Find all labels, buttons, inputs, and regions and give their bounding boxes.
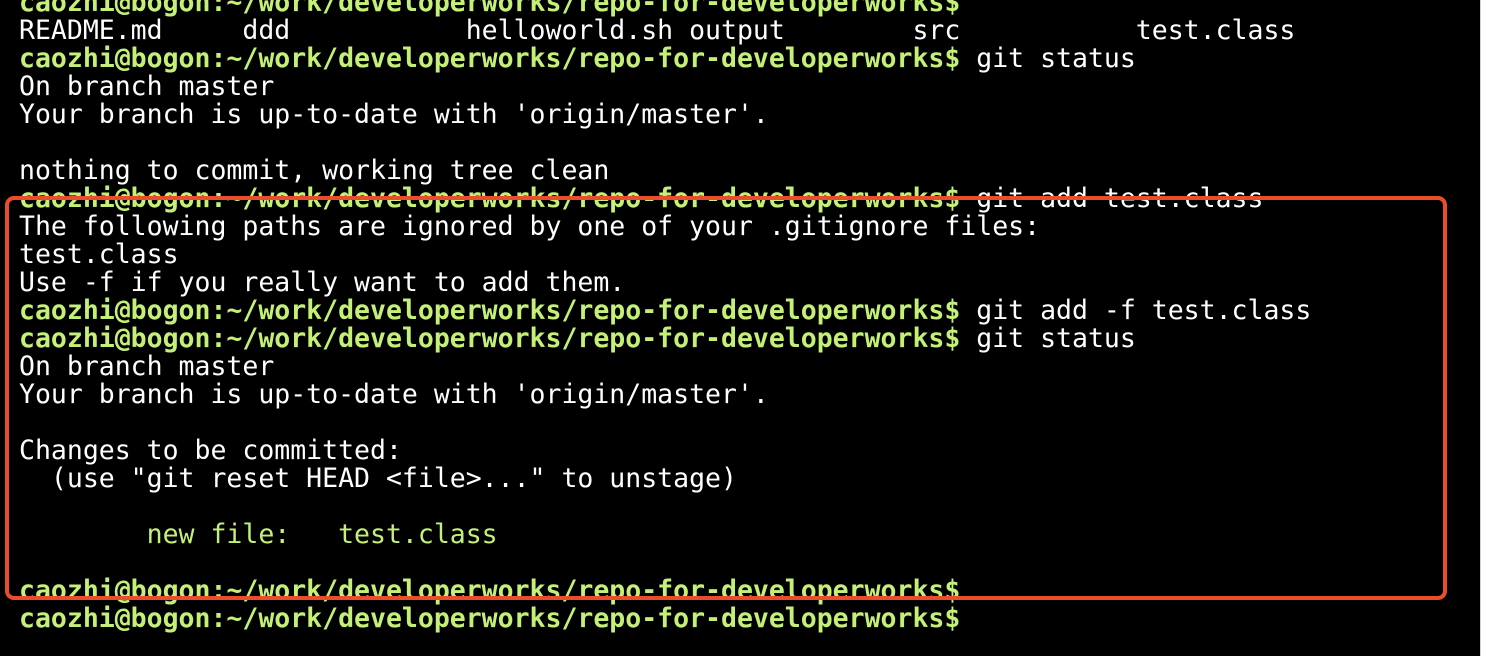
prompt-line: caozhi@bogon:~/work/developerworks/repo-… (19, 45, 1136, 73)
highlight-box (5, 196, 1447, 600)
output-line: Your branch is up-to-date with 'origin/m… (19, 99, 769, 130)
shell-prompt: caozhi@bogon:~/work/developerworks/repo-… (19, 43, 961, 74)
prompt-line: caozhi@bogon:~/work/developerworks/repo-… (19, 605, 960, 633)
scrollbar[interactable] (1480, 0, 1496, 656)
terminal-window[interactable]: caozhi@bogon:~/work/developerworks/repo-… (0, 0, 1480, 656)
output-line: README.md ddd helloworld.sh output src t… (19, 15, 1296, 46)
shell-command: git status (960, 43, 1136, 74)
shell-prompt: caozhi@bogon:~/work/developerworks/repo-… (19, 603, 961, 634)
output-line: nothing to commit, working tree clean (19, 155, 610, 186)
output-line: On branch master (19, 71, 275, 102)
